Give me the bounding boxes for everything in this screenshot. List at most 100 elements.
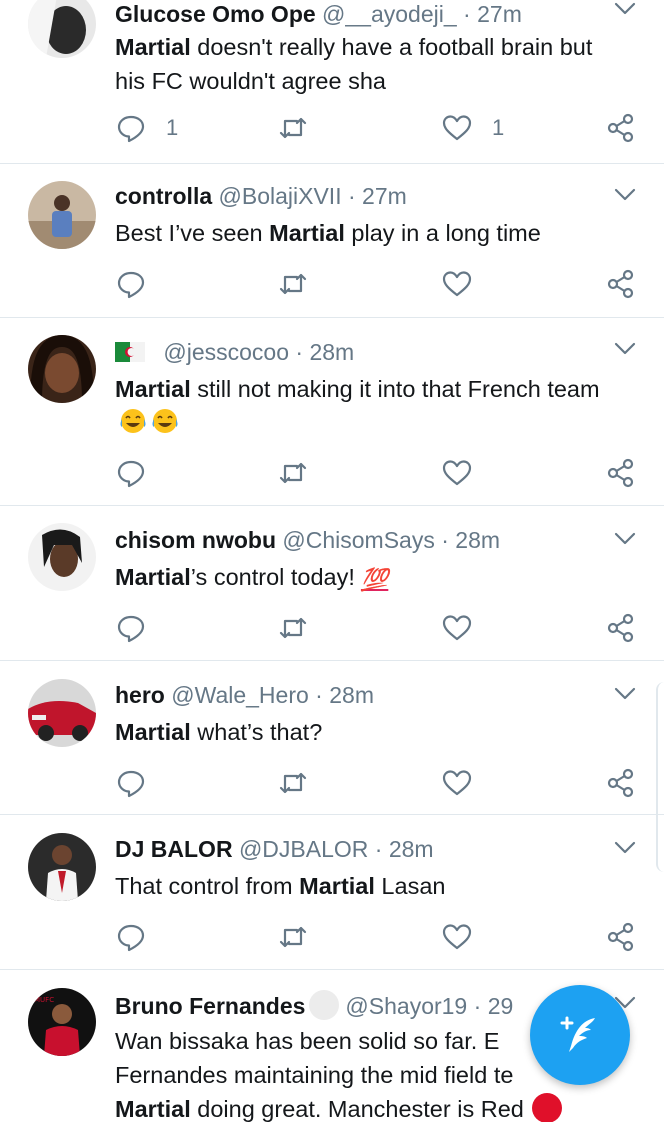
highlight-term: Martial [115,34,191,60]
timestamp[interactable]: 28m [309,339,354,365]
handle[interactable]: @BolajiXVII [219,183,342,209]
share-button[interactable] [606,266,636,302]
tweet-item[interactable]: Glucose Omo Ope @__ayodeji_ · 27m Martia… [0,0,664,164]
tweet-header: @jesscocoo · 28m [115,338,354,366]
display-name[interactable]: controlla [115,183,212,209]
tweet-text-rest: what’s that? [190,719,323,745]
chevron-down-icon[interactable] [614,342,636,356]
timestamp[interactable]: 27m [477,1,522,27]
timestamp[interactable]: 28m [455,527,500,553]
display-name[interactable]: Bruno Fernandes [115,993,305,1019]
reply-icon [117,615,145,643]
scrollbar[interactable] [656,682,664,872]
algeria-flag-icon [115,340,145,362]
chevron-down-icon[interactable] [614,2,636,16]
tweet-text-rest: Lasan [374,873,446,899]
handle[interactable]: @__ayodeji_ [322,1,457,27]
avatar[interactable] [28,181,96,249]
separator: · [374,836,383,862]
share-icon [607,113,634,143]
share-button[interactable] [606,610,636,646]
retweet-button[interactable] [278,919,308,955]
tweet-header: Bruno Fernandes @Shayor19 · 29 [115,990,513,1020]
avatar[interactable]: MUFC [28,988,96,1056]
tweet-text-line: Martial doing great. Manchester is Red [115,1092,664,1122]
reply-button[interactable]: 1 [116,110,178,146]
tweet-header: Glucose Omo Ope @__ayodeji_ · 27m [115,0,522,28]
separator: · [463,1,471,27]
timestamp[interactable]: 27m [362,183,407,209]
handle[interactable]: @Wale_Hero [171,682,309,708]
handle[interactable]: @Shayor19 [345,993,467,1019]
handle[interactable]: @jesscocoo [163,339,289,365]
reply-button[interactable] [116,266,146,302]
chevron-down-icon[interactable] [614,841,636,855]
reply-icon [117,924,145,952]
handle[interactable]: @DJBALOR [239,836,368,862]
display-name[interactable]: hero [115,682,165,708]
share-icon [607,613,634,643]
display-name[interactable]: DJ BALOR [115,836,233,862]
tweet-item[interactable]: @jesscocoo · 28m Martial still not makin… [0,318,664,506]
avatar[interactable] [28,335,96,403]
tweet-text-rest: doing great. Manchester is Red [190,1096,524,1122]
separator: · [441,527,449,553]
tweet-text: Martial what’s that? [115,715,624,749]
like-button[interactable] [442,765,472,801]
share-button[interactable] [606,455,636,491]
display-name[interactable]: chisom nwobu [115,527,276,553]
avatar[interactable] [28,833,96,901]
chevron-down-icon[interactable] [614,687,636,701]
chevron-down-icon[interactable] [614,532,636,546]
hundred-points-emoji-icon: 💯 [360,567,389,592]
reply-button[interactable] [116,455,146,491]
share-button[interactable] [606,765,636,801]
retweet-button[interactable] [278,765,308,801]
retweet-icon [279,117,307,139]
retweet-button[interactable] [278,266,308,302]
like-button[interactable] [442,266,472,302]
reply-button[interactable] [116,919,146,955]
handle[interactable]: @ChisomSays [282,527,434,553]
share-button[interactable] [606,919,636,955]
heart-icon [442,271,472,297]
heart-icon [442,460,472,486]
highlight-term: Martial [269,220,345,246]
separator: · [295,339,304,365]
reply-count: 1 [166,115,179,140]
retweet-button[interactable] [278,455,308,491]
share-button[interactable] [606,110,636,146]
timestamp[interactable]: 28m [389,836,434,862]
badge-icon [309,990,340,1020]
tweet-item[interactable]: DJ BALOR @DJBALOR · 28m That control fro… [0,815,664,970]
tweet-header: controlla @BolajiXVII · 27m [115,182,407,210]
reply-button[interactable] [116,765,146,801]
timestamp[interactable]: 28m [329,682,374,708]
like-button[interactable]: 1 [442,110,504,146]
avatar[interactable] [28,523,96,591]
reply-button[interactable] [116,610,146,646]
retweet-icon [279,617,307,639]
display-name[interactable]: Glucose Omo Ope [115,1,316,27]
tweet-text-pre: Best I’ve seen [115,220,270,246]
tweet-item[interactable]: controlla @BolajiXVII · 27m Best I’ve se… [0,164,664,318]
like-count: 1 [492,115,505,140]
highlight-term: Martial [115,376,191,402]
tweet-item[interactable]: chisom nwobu @ChisomSays · 28m Martial’s… [0,506,664,661]
like-button[interactable] [442,455,472,491]
tweet-item[interactable]: hero @Wale_Hero · 28m Martial what’s tha… [0,661,664,815]
retweet-icon [279,273,307,295]
timestamp[interactable]: 29 [488,993,514,1019]
tweet-actions [0,266,664,302]
avatar[interactable] [28,679,96,747]
chevron-down-icon[interactable] [614,188,636,202]
like-button[interactable] [442,610,472,646]
avatar[interactable] [28,0,96,58]
retweet-button[interactable] [278,110,308,146]
tweet-text: Martial doesn't really have a football b… [115,30,624,98]
heart-icon [442,115,472,141]
retweet-button[interactable] [278,610,308,646]
compose-tweet-button[interactable] [530,985,630,1085]
like-button[interactable] [442,919,472,955]
tweet-actions [0,610,664,646]
